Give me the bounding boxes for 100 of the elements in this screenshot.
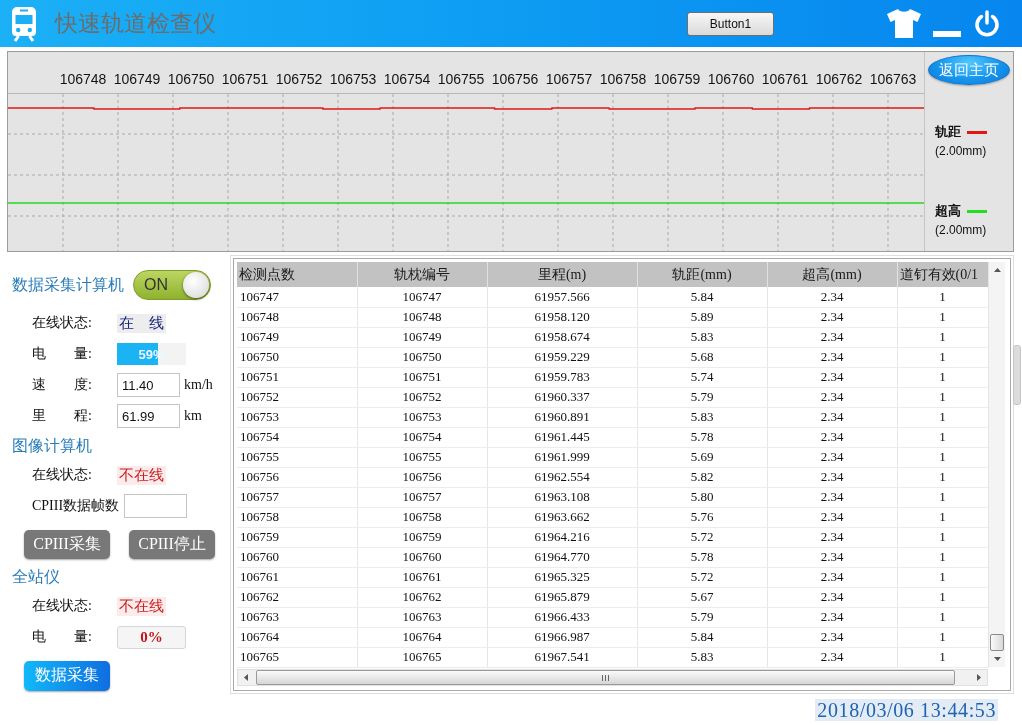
app-title: 快速轨道检查仪	[55, 9, 217, 38]
header-button[interactable]: Button1	[687, 11, 774, 36]
axis-label: 106754	[382, 71, 432, 87]
legend-label: 轨距	[935, 123, 961, 141]
table-cell: 2.34	[767, 307, 897, 327]
page-scrollbar-thumb[interactable]	[1013, 345, 1021, 405]
field-label: 速 度:	[32, 376, 93, 394]
table-cell: 5.83	[637, 327, 767, 347]
status-value: 不在线	[117, 596, 166, 616]
axis-label: 106756	[490, 71, 540, 87]
table-cell: 61967.541	[487, 647, 637, 667]
table-cell: 5.83	[637, 647, 767, 667]
table-cell: 106762	[237, 587, 357, 607]
scroll-right-arrow-icon[interactable]	[977, 674, 981, 681]
axis-label: 106752	[274, 71, 324, 87]
table-cell: 106758	[357, 507, 487, 527]
number-input[interactable]	[124, 494, 188, 518]
minimize-icon[interactable]	[933, 30, 961, 37]
table-cell: 106749	[357, 327, 487, 347]
table-cell: 106756	[237, 467, 357, 487]
table-cell: 106752	[237, 387, 357, 407]
grip-icon	[602, 674, 609, 681]
table-cell: 5.80	[637, 487, 767, 507]
axis-label: 106759	[652, 71, 702, 87]
table-cell: 61963.108	[487, 487, 637, 507]
table-cell: 106755	[357, 447, 487, 467]
column-header: 检测点数	[237, 262, 357, 287]
table-cell: 106755	[237, 447, 357, 467]
table-cell: 5.84	[637, 627, 767, 647]
unit-label: km/h	[184, 377, 213, 393]
table-cell: 61957.566	[487, 287, 637, 307]
scrollbar-thumb[interactable]	[256, 670, 955, 685]
table-cell: 5.78	[637, 547, 767, 567]
table-cell: 5.69	[637, 447, 767, 467]
table-cell: 2.34	[767, 287, 897, 307]
shirt-icon[interactable]	[887, 9, 921, 38]
scroll-up-arrow-icon[interactable]	[993, 268, 1001, 272]
table-cell: 61965.879	[487, 587, 637, 607]
field-label: 电 量:	[32, 628, 93, 646]
status-value: 在 线	[117, 313, 166, 333]
axis-label: 106762	[814, 71, 864, 87]
action-button[interactable]: 数据采集	[24, 660, 110, 691]
axis-label: 106750	[166, 71, 216, 87]
table-cell: 5.82	[637, 467, 767, 487]
table-cell: 2.34	[767, 427, 897, 447]
table-cell: 106750	[237, 347, 357, 367]
table-cell: 106763	[357, 607, 487, 627]
toggle-switch[interactable]: ON	[133, 270, 211, 300]
table-cell: 2.34	[767, 407, 897, 427]
table-cell: 2.34	[767, 527, 897, 547]
scrollbar-thumb[interactable]	[990, 634, 1004, 651]
table-cell: 2.34	[767, 367, 897, 387]
axis-label: 106758	[598, 71, 648, 87]
table-cell: 2.34	[767, 607, 897, 627]
table-cell: 61958.120	[487, 307, 637, 327]
table-cell: 61966.433	[487, 607, 637, 627]
table-cell: 2.34	[767, 507, 897, 527]
table-cell: 5.72	[637, 567, 767, 587]
table-cell: 61965.325	[487, 567, 637, 587]
vertical-scrollbar[interactable]	[988, 262, 1005, 667]
field-label: CPIII数据帧数	[32, 497, 120, 515]
table-cell: 5.74	[637, 367, 767, 387]
column-header: 里程(m)	[487, 262, 637, 287]
table-cell: 106751	[237, 367, 357, 387]
horizontal-scrollbar[interactable]	[237, 669, 988, 686]
table-cell: 61959.229	[487, 347, 637, 367]
table-cell: 106747	[237, 287, 357, 307]
axis-label: 106763	[868, 71, 918, 87]
table-cell: 106753	[237, 407, 357, 427]
legend-scale: (2.00mm)	[935, 223, 987, 237]
axis-label: 106753	[328, 71, 378, 87]
axis-label: 106757	[544, 71, 594, 87]
section-heading: 数据采集计算机	[12, 274, 124, 296]
table-cell: 5.72	[637, 527, 767, 547]
table-cell: 106750	[357, 347, 487, 367]
scroll-down-arrow-icon[interactable]	[993, 657, 1001, 661]
battery-readout: 0%	[117, 625, 186, 649]
table-cell: 106764	[357, 627, 487, 647]
train-icon	[10, 5, 38, 42]
axis-label: 106761	[760, 71, 810, 87]
table-cell: 61958.674	[487, 327, 637, 347]
table-cell: 106764	[237, 627, 357, 647]
table-cell: 106760	[237, 547, 357, 567]
table-cell: 106759	[357, 527, 487, 547]
axis-label: 106748	[58, 71, 108, 87]
table-cell: 106760	[357, 547, 487, 567]
power-icon[interactable]	[974, 9, 1000, 38]
table-cell: 106757	[237, 487, 357, 507]
table-cell: 106765	[237, 647, 357, 667]
legend-scale: (2.00mm)	[935, 144, 987, 158]
field-label: 在线状态:	[32, 314, 93, 332]
table-cell: 2.34	[767, 487, 897, 507]
status-value: 不在线	[117, 465, 166, 485]
number-input[interactable]: 11.40	[117, 373, 180, 397]
number-input[interactable]: 61.99	[117, 404, 180, 428]
scroll-left-arrow-icon[interactable]	[244, 674, 248, 681]
date-time: 2018/03/06 13:44:53	[815, 699, 998, 721]
table-cell: 106765	[357, 647, 487, 667]
table-cell: 61962.554	[487, 467, 637, 487]
table-cell: 106754	[237, 427, 357, 447]
